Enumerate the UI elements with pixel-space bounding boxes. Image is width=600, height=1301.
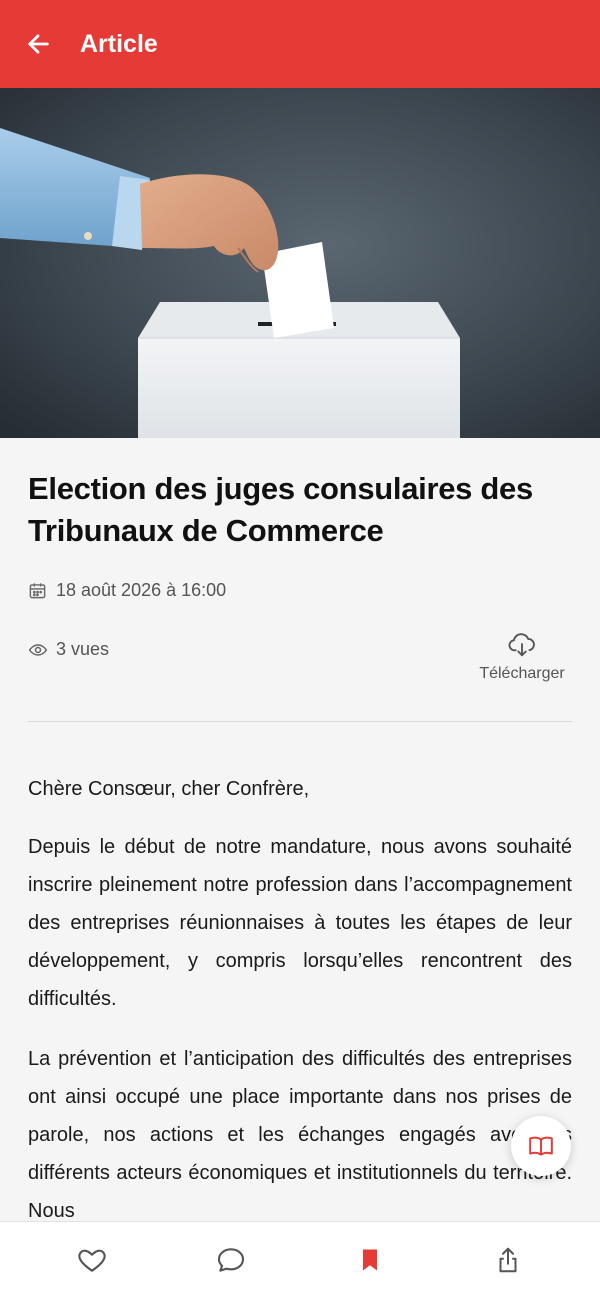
- comment-icon: [217, 1248, 245, 1272]
- article-date: 18 août 2026 à 16:00: [28, 580, 572, 601]
- article-paragraph: Depuis le début de notre mandature, nous…: [28, 836, 572, 1010]
- views-count: 3 vues: [56, 639, 110, 659]
- download-button[interactable]: Télécharger: [472, 629, 572, 683]
- page-title: Article: [80, 29, 158, 58]
- bookmark-icon: [363, 1249, 377, 1271]
- article-date-text: 18 août 2026 à 16:00: [56, 580, 227, 600]
- heart-icon: [78, 1249, 106, 1272]
- like-button[interactable]: [74, 1242, 110, 1278]
- arrow-left-icon: [28, 34, 49, 54]
- article-hero-image: [0, 88, 600, 438]
- article-paragraph: Chère Consœur, cher Confrère,: [28, 778, 310, 800]
- article-paragraph: La prévention et l’anticipation des diff…: [28, 1048, 572, 1222]
- comment-button[interactable]: [213, 1242, 249, 1278]
- article-meta-row: 3 vues Télécharger: [28, 629, 572, 697]
- share-icon: [499, 1247, 517, 1273]
- cloud-download-icon: [508, 633, 535, 657]
- eye-icon: [28, 643, 48, 656]
- article-content: Election des juges consulaires des Tribu…: [28, 438, 572, 1252]
- article-views: 3 vues: [28, 639, 109, 660]
- ballot-box-illustration: [0, 88, 600, 438]
- bookmark-button[interactable]: [352, 1242, 388, 1278]
- app-bar: Article: [0, 0, 600, 88]
- article-body: Chère Consœur, cher Confrère, Depuis le …: [28, 770, 572, 1230]
- back-button[interactable]: [20, 26, 56, 62]
- divider: [28, 721, 572, 722]
- download-label: Télécharger: [479, 665, 565, 682]
- reader-mode-button[interactable]: [511, 1116, 571, 1176]
- bottom-action-bar: [0, 1221, 600, 1301]
- share-button[interactable]: [490, 1242, 526, 1278]
- book-open-icon: [529, 1136, 553, 1156]
- article-title: Election des juges consulaires des Tribu…: [28, 471, 533, 548]
- calendar-icon: [29, 583, 46, 599]
